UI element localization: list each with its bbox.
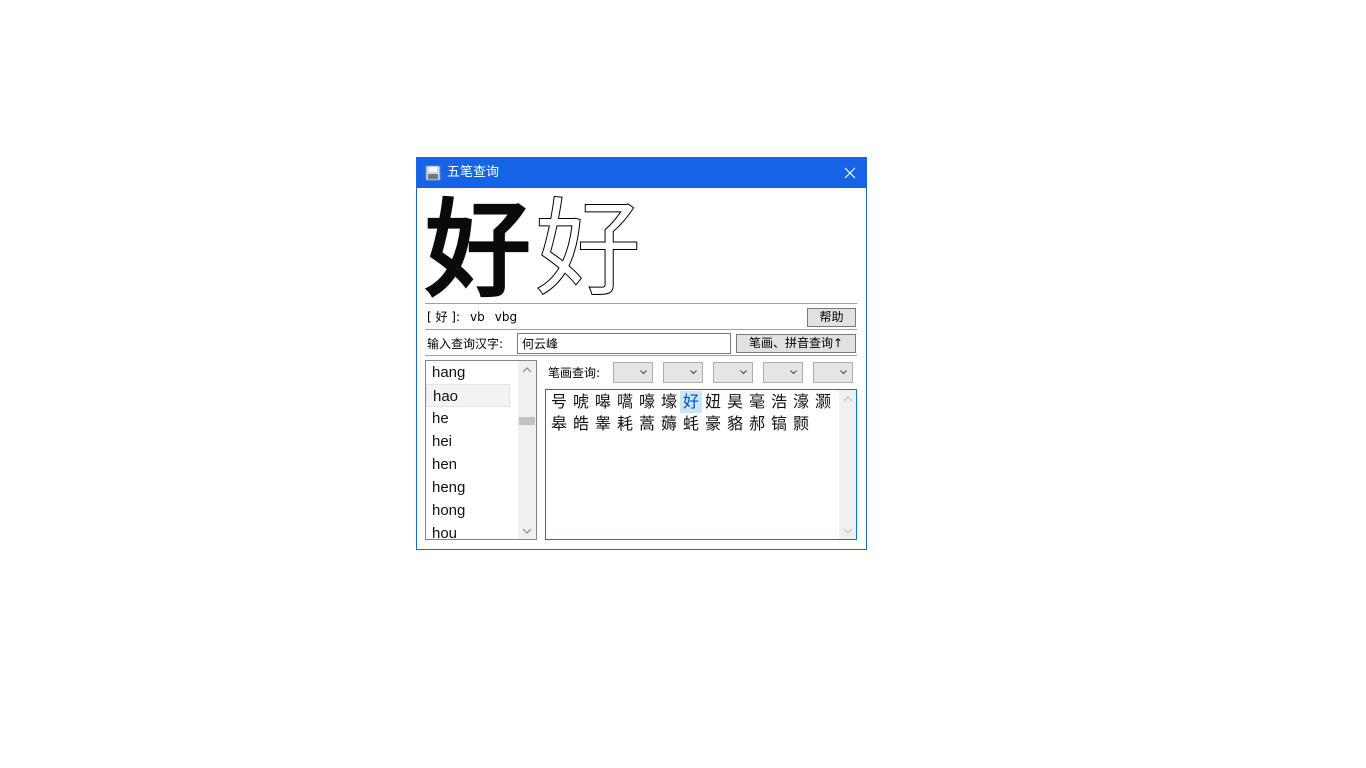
scroll-down-icon[interactable] [522,526,532,536]
divider [425,355,857,357]
char-cell[interactable]: 妞 [702,391,724,413]
divider [425,303,857,305]
pinyin-item[interactable]: hang [426,361,516,384]
app-icon [425,165,441,181]
stroke-pinyin-query-button[interactable]: 笔画、拼音查询↑ [736,334,856,353]
pinyin-item-selected[interactable]: hao [426,384,510,407]
char-cell[interactable]: 号 [548,391,570,413]
pinyin-item[interactable]: he [426,407,516,430]
char-cell[interactable]: 嚆 [614,391,636,413]
char-cell[interactable]: 壕 [658,391,680,413]
character-grid: 号 唬 嗥 嚆 嚎 壕 好 妞 昊 毫 浩 濠 灏 皋 皓 睾 耗 蒿 薅 蚝 … [548,391,838,435]
char-cell[interactable]: 皋 [548,413,570,435]
window-title: 五笔查询 [447,165,500,180]
help-button[interactable]: 帮助 [807,308,856,327]
scroll-up-icon[interactable] [522,365,532,375]
results-scrollbar[interactable] [839,390,856,539]
char-cell[interactable]: 薅 [658,413,680,435]
close-button[interactable] [834,158,866,188]
chevron-down-icon [740,370,747,375]
char-cell[interactable]: 郝 [746,413,768,435]
stroke-select-2[interactable] [663,362,703,383]
chevron-down-icon [640,370,647,375]
scroll-up-icon[interactable] [843,394,853,404]
char-cell[interactable]: 毫 [746,391,768,413]
title-bar[interactable]: 五笔查询 [417,158,866,188]
divider [425,329,857,331]
stroke-select-5[interactable] [813,362,853,383]
chevron-down-icon [840,370,847,375]
scroll-down-icon[interactable] [843,526,853,536]
search-label: 输入查询汉字: [427,337,504,351]
char-cell[interactable]: 睾 [592,413,614,435]
char-cell[interactable]: 唬 [570,391,592,413]
pinyin-item[interactable]: hei [426,430,516,453]
stroke-select-1[interactable] [613,362,653,383]
char-cell[interactable]: 皓 [570,413,592,435]
pinyin-scrollbar[interactable] [518,361,536,539]
char-cell[interactable]: 昊 [724,391,746,413]
scroll-thumb[interactable] [519,417,535,425]
character-outline-glyph: 好 [535,188,642,311]
char-cell[interactable]: 貉 [724,413,746,435]
char-cell[interactable]: 镐 [768,413,790,435]
close-icon [844,167,856,179]
pinyin-item[interactable]: hong [426,499,516,522]
code-char-label: [ 好 ]: [427,310,461,324]
wubi-code-short: vb [470,310,485,324]
pinyin-item[interactable]: heng [426,476,516,499]
char-cell[interactable]: 颢 [790,413,812,435]
char-cell[interactable]: 豪 [702,413,724,435]
pinyin-list[interactable]: hang hao he hei hen heng hong hou [425,360,537,540]
character-results[interactable]: 号 唬 嗥 嚆 嚎 壕 好 妞 昊 毫 浩 濠 灏 皋 皓 睾 耗 蒿 薅 蚝 … [545,389,857,540]
chevron-down-icon [690,370,697,375]
char-cell[interactable]: 濠 [790,391,812,413]
character-solid-glyph: 好 [425,187,531,312]
char-cell[interactable]: 耗 [614,413,636,435]
pinyin-item[interactable]: hou [426,522,516,539]
char-cell[interactable]: 嗥 [592,391,614,413]
stroke-select-3[interactable] [713,362,753,383]
search-input[interactable] [517,333,731,354]
wubi-query-window: 五笔查询 好 好 [ 好 ]: vbvbg 帮助 输入查询汉字: 笔画、拼音查询↑… [416,157,867,550]
stroke-select-4[interactable] [763,362,803,383]
char-cell[interactable]: 浩 [768,391,790,413]
pinyin-item[interactable]: hen [426,453,516,476]
char-cell[interactable]: 蒿 [636,413,658,435]
wubi-code-full: vbg [494,310,518,324]
wubi-code-line: [ 好 ]: vb vbg [427,309,527,325]
char-cell[interactable]: 蚝 [680,413,702,435]
char-cell[interactable]: 嚎 [636,391,658,413]
char-cell-selected[interactable]: 好 [680,391,702,413]
chevron-down-icon [790,370,797,375]
char-cell[interactable]: 灏 [812,391,834,413]
stroke-query-label: 笔画查询: [548,366,601,380]
character-display: 好 好 [425,189,755,310]
